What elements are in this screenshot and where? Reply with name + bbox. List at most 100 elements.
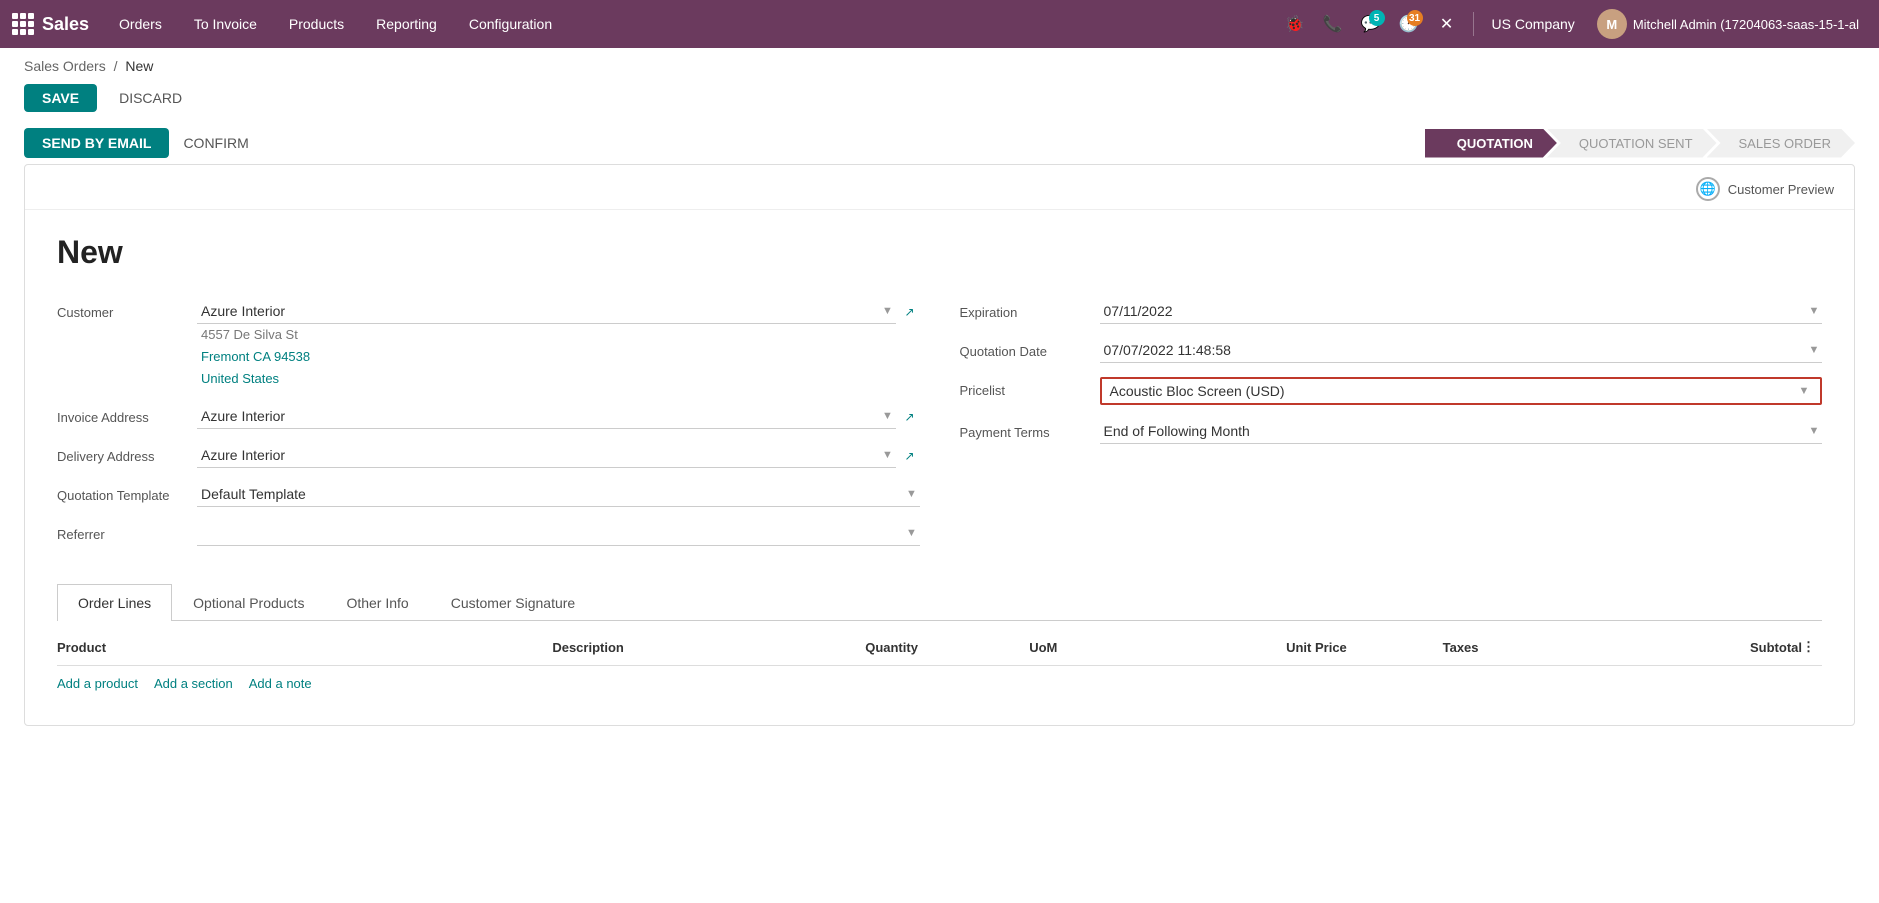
referrer-dropdown[interactable]: ▼ (197, 521, 920, 546)
globe-icon: 🌐 (1696, 177, 1720, 201)
tab-optional-products[interactable]: Optional Products (172, 584, 325, 621)
nav-to-invoice[interactable]: To Invoice (180, 10, 271, 38)
user-menu[interactable]: M Mitchell Admin (17204063-saas-15-1-al (1589, 9, 1867, 39)
fields-grid: Customer Azure Interior ▼ ↗ 4557 De Silv (57, 299, 1822, 560)
breadcrumb-parent[interactable]: Sales Orders (24, 58, 106, 74)
nav-configuration[interactable]: Configuration (455, 10, 566, 38)
customer-external-link[interactable]: ↗ (900, 302, 920, 322)
expiration-value-wrapper: 07/11/2022 ▼ (1100, 299, 1823, 324)
delivery-dropdown-arrow: ▼ (880, 447, 896, 463)
payment-terms-dropdown-arrow: ▼ (1806, 423, 1822, 439)
phone-icon: 📞 (1323, 14, 1343, 34)
breadcrumb: Sales Orders / New (0, 48, 1879, 80)
chat-icon-btn[interactable]: 💬 5 (1355, 8, 1387, 40)
quotation-date-value: 07/07/2022 11:48:58 (1100, 342, 1807, 358)
left-column: Customer Azure Interior ▼ ↗ 4557 De Silv (57, 299, 920, 560)
customer-address: 4557 De Silva St Fremont CA 94538 United… (197, 324, 920, 390)
th-taxes: Taxes (1347, 640, 1575, 655)
step-sales-order[interactable]: SALES ORDER (1707, 129, 1855, 158)
customer-field-row: Customer Azure Interior ▼ ↗ 4557 De Silv (57, 299, 920, 390)
customer-preview-label: Customer Preview (1728, 182, 1834, 197)
th-unit-price: Unit Price (1119, 640, 1347, 655)
tab-customer-signature[interactable]: Customer Signature (430, 584, 597, 621)
delivery-dropdown[interactable]: Azure Interior ▼ (197, 443, 896, 468)
address-line1: 4557 De Silva St (201, 327, 298, 342)
invoice-external-link[interactable]: ↗ (900, 407, 920, 427)
pricelist-dropdown-arrow[interactable]: ▼ (1796, 383, 1812, 399)
company-selector[interactable]: US Company (1484, 16, 1583, 32)
add-note-link[interactable]: Add a note (249, 676, 312, 691)
pricelist-field-row: Pricelist Acoustic Bloc Screen (USD) ▼ (960, 377, 1823, 405)
pricelist-value-wrapper: Acoustic Bloc Screen (USD) ▼ (1100, 377, 1823, 405)
customer-value: Azure Interior (197, 303, 880, 319)
template-dropdown-arrow: ▼ (904, 486, 920, 502)
table-header: Product Description Quantity UoM Unit Pr… (57, 629, 1822, 666)
avatar: M (1597, 9, 1627, 39)
add-section-link[interactable]: Add a section (154, 676, 233, 691)
address-line3[interactable]: United States (201, 371, 279, 386)
template-dropdown[interactable]: Default Template ▼ (197, 482, 920, 507)
app-name: Sales (42, 14, 89, 35)
close-icon-btn[interactable]: ✕ (1431, 8, 1463, 40)
form-area: 🌐 Customer Preview New Customer (24, 164, 1855, 726)
quotation-date-label: Quotation Date (960, 338, 1100, 359)
nav-reporting[interactable]: Reporting (362, 10, 451, 38)
clock-icon-btn[interactable]: 🕐 31 (1393, 8, 1425, 40)
discard-button[interactable]: DISCARD (105, 84, 196, 112)
save-button[interactable]: SAVE (24, 84, 97, 112)
address-line2[interactable]: Fremont CA 94538 (201, 349, 310, 364)
bug-icon-btn[interactable]: 🐞 (1279, 8, 1311, 40)
delivery-external-link[interactable]: ↗ (900, 446, 920, 466)
step-quotation-sent[interactable]: QUOTATION SENT (1547, 129, 1717, 158)
payment-terms-dropdown[interactable]: End of Following Month ▼ (1100, 419, 1823, 444)
customer-value-wrapper: Azure Interior ▼ ↗ 4557 De Silva St Frem… (197, 299, 920, 390)
phone-icon-btn[interactable]: 📞 (1317, 8, 1349, 40)
chat-badge: 5 (1369, 10, 1385, 26)
quotation-date-dropdown[interactable]: 07/07/2022 11:48:58 ▼ (1100, 338, 1823, 363)
right-column: Expiration 07/11/2022 ▼ Quotation Date (960, 299, 1823, 560)
template-field-row: Quotation Template Default Template ▼ (57, 482, 920, 507)
expiration-dropdown-arrow: ▼ (1806, 303, 1822, 319)
quotation-date-dropdown-arrow: ▼ (1806, 342, 1822, 358)
page-container: Sales Orders / New SAVE DISCARD SEND BY … (0, 48, 1879, 903)
referrer-value-wrapper: ▼ (197, 521, 920, 546)
invoice-dropdown[interactable]: Azure Interior ▼ (197, 404, 896, 429)
customer-preview-bar: 🌐 Customer Preview (25, 165, 1854, 210)
th-subtotal: Subtotal (1574, 640, 1802, 655)
referrer-dropdown-arrow: ▼ (904, 525, 920, 541)
status-steps: QUOTATION QUOTATION SENT SALES ORDER (1425, 129, 1855, 158)
customer-preview-button[interactable]: 🌐 Customer Preview (1696, 177, 1834, 201)
tab-other-info[interactable]: Other Info (325, 584, 429, 621)
pricelist-highlight-box: Acoustic Bloc Screen (USD) ▼ (1100, 377, 1823, 405)
breadcrumb-separator: / (114, 58, 118, 74)
breadcrumb-current: New (125, 58, 153, 74)
nav-orders[interactable]: Orders (105, 10, 176, 38)
add-product-link[interactable]: Add a product (57, 676, 138, 691)
app-logo[interactable]: Sales (12, 13, 89, 35)
order-title: New (57, 234, 1822, 271)
payment-terms-label: Payment Terms (960, 419, 1100, 440)
status-bar: SEND BY EMAIL CONFIRM QUOTATION QUOTATIO… (0, 122, 1879, 164)
invoice-address-field-row: Invoice Address Azure Interior ▼ ↗ (57, 404, 920, 429)
quotation-date-value-wrapper: 07/07/2022 11:48:58 ▼ (1100, 338, 1823, 363)
th-actions: ⋮ (1802, 639, 1822, 655)
invoice-label: Invoice Address (57, 404, 197, 425)
th-uom: UoM (967, 640, 1119, 655)
step-quotation[interactable]: QUOTATION (1425, 129, 1557, 158)
expiration-value: 07/11/2022 (1100, 303, 1807, 319)
topnav: Sales Orders To Invoice Products Reporti… (0, 0, 1879, 48)
customer-label: Customer (57, 299, 197, 320)
delivery-value-wrapper: Azure Interior ▼ ↗ (197, 443, 920, 468)
expiration-dropdown[interactable]: 07/11/2022 ▼ (1100, 299, 1823, 324)
customer-dropdown[interactable]: Azure Interior ▼ (197, 299, 896, 324)
tabs-row: Order Lines Optional Products Other Info… (57, 584, 1822, 621)
tab-order-lines[interactable]: Order Lines (57, 584, 172, 621)
nav-products[interactable]: Products (275, 10, 358, 38)
close-icon: ✕ (1440, 14, 1453, 34)
quotation-date-field-row: Quotation Date 07/07/2022 11:48:58 ▼ (960, 338, 1823, 363)
th-quantity: Quantity (816, 640, 968, 655)
payment-terms-field-row: Payment Terms End of Following Month ▼ (960, 419, 1823, 444)
send-email-button[interactable]: SEND BY EMAIL (24, 128, 169, 158)
pricelist-label: Pricelist (960, 377, 1100, 398)
confirm-button[interactable]: CONFIRM (169, 128, 262, 158)
